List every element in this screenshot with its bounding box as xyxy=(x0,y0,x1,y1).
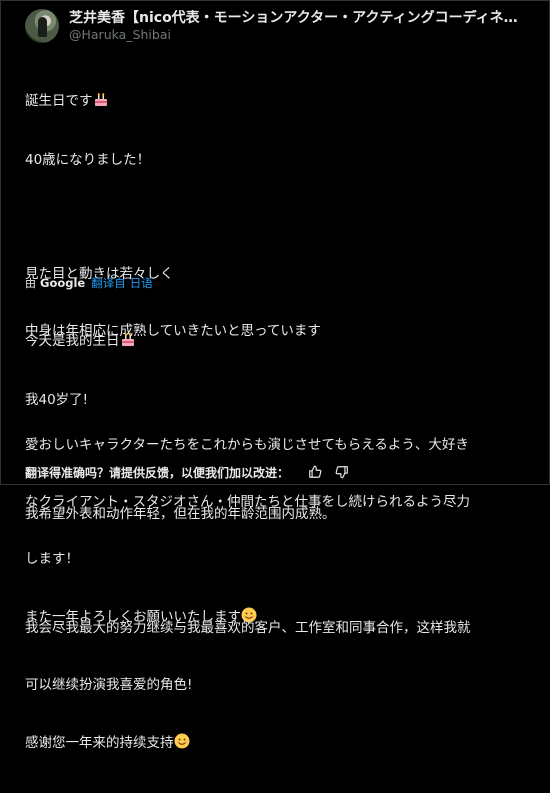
original-line: 40歳になりました！ xyxy=(25,152,151,168)
thumbs-down-icon[interactable] xyxy=(334,465,349,480)
original-line xyxy=(25,208,525,227)
google-provider-label: Google xyxy=(40,276,86,290)
smiling-face-icon xyxy=(174,733,190,755)
author-names: 芝井美香【nico代表・モーションアクター・アクティングコーディネ... @Ha… xyxy=(69,10,519,43)
translated-line: 感谢您一年来的持续支持 xyxy=(25,733,530,755)
post-header: 芝井美香【nico代表・モーションアクター・アクティングコーディネ... @Ha… xyxy=(25,6,519,46)
author-display-name[interactable]: 芝井美香【nico代表・モーションアクター・アクティングコーディネ... xyxy=(69,10,519,27)
avatar[interactable] xyxy=(25,9,59,43)
original-line: 誕生日です xyxy=(25,92,525,113)
translation-feedback: 翻译得准确吗？请提供反馈，以便我们加以改进： xyxy=(25,463,361,481)
translated-post-text: 今天是我的生日 我40岁了! 我希望外表和动作年轻，但在我的年龄范围内成熟。 我… xyxy=(25,294,530,793)
source-language-link[interactable]: 日语 xyxy=(130,275,153,291)
translated-line: 可以继续扮演我喜爱的角色! xyxy=(25,677,193,693)
author-handle[interactable]: @Haruka_Shibai xyxy=(69,27,519,43)
translation-attribution: 由 Google 翻译自 日语 xyxy=(25,275,153,291)
translated-line: 我40岁了! xyxy=(25,392,89,408)
translated-line xyxy=(25,562,530,581)
thumbs-up-icon[interactable] xyxy=(307,465,322,480)
birthday-cake-icon xyxy=(93,92,109,113)
translated-line: 我希望外表和动作年轻，但在我的年龄范围内成熟。 xyxy=(25,506,336,522)
feedback-prompt: 翻译得准确吗？请提供反馈，以便我们加以改进： xyxy=(25,465,290,480)
translated-line: 今天是我的生日 xyxy=(25,332,530,353)
translation-by-label: 由 xyxy=(25,277,36,290)
translated-line: 我会尽我最大的努力继续与我最喜欢的客户、工作室和同事合作，这样我就 xyxy=(25,620,471,636)
translated-from-link[interactable]: 翻译自 xyxy=(91,275,126,291)
birthday-cake-icon xyxy=(120,332,136,353)
post-card: 芝井美香【nico代表・モーションアクター・アクティングコーディネ... @Ha… xyxy=(0,0,550,751)
avatar-figure xyxy=(38,17,47,37)
